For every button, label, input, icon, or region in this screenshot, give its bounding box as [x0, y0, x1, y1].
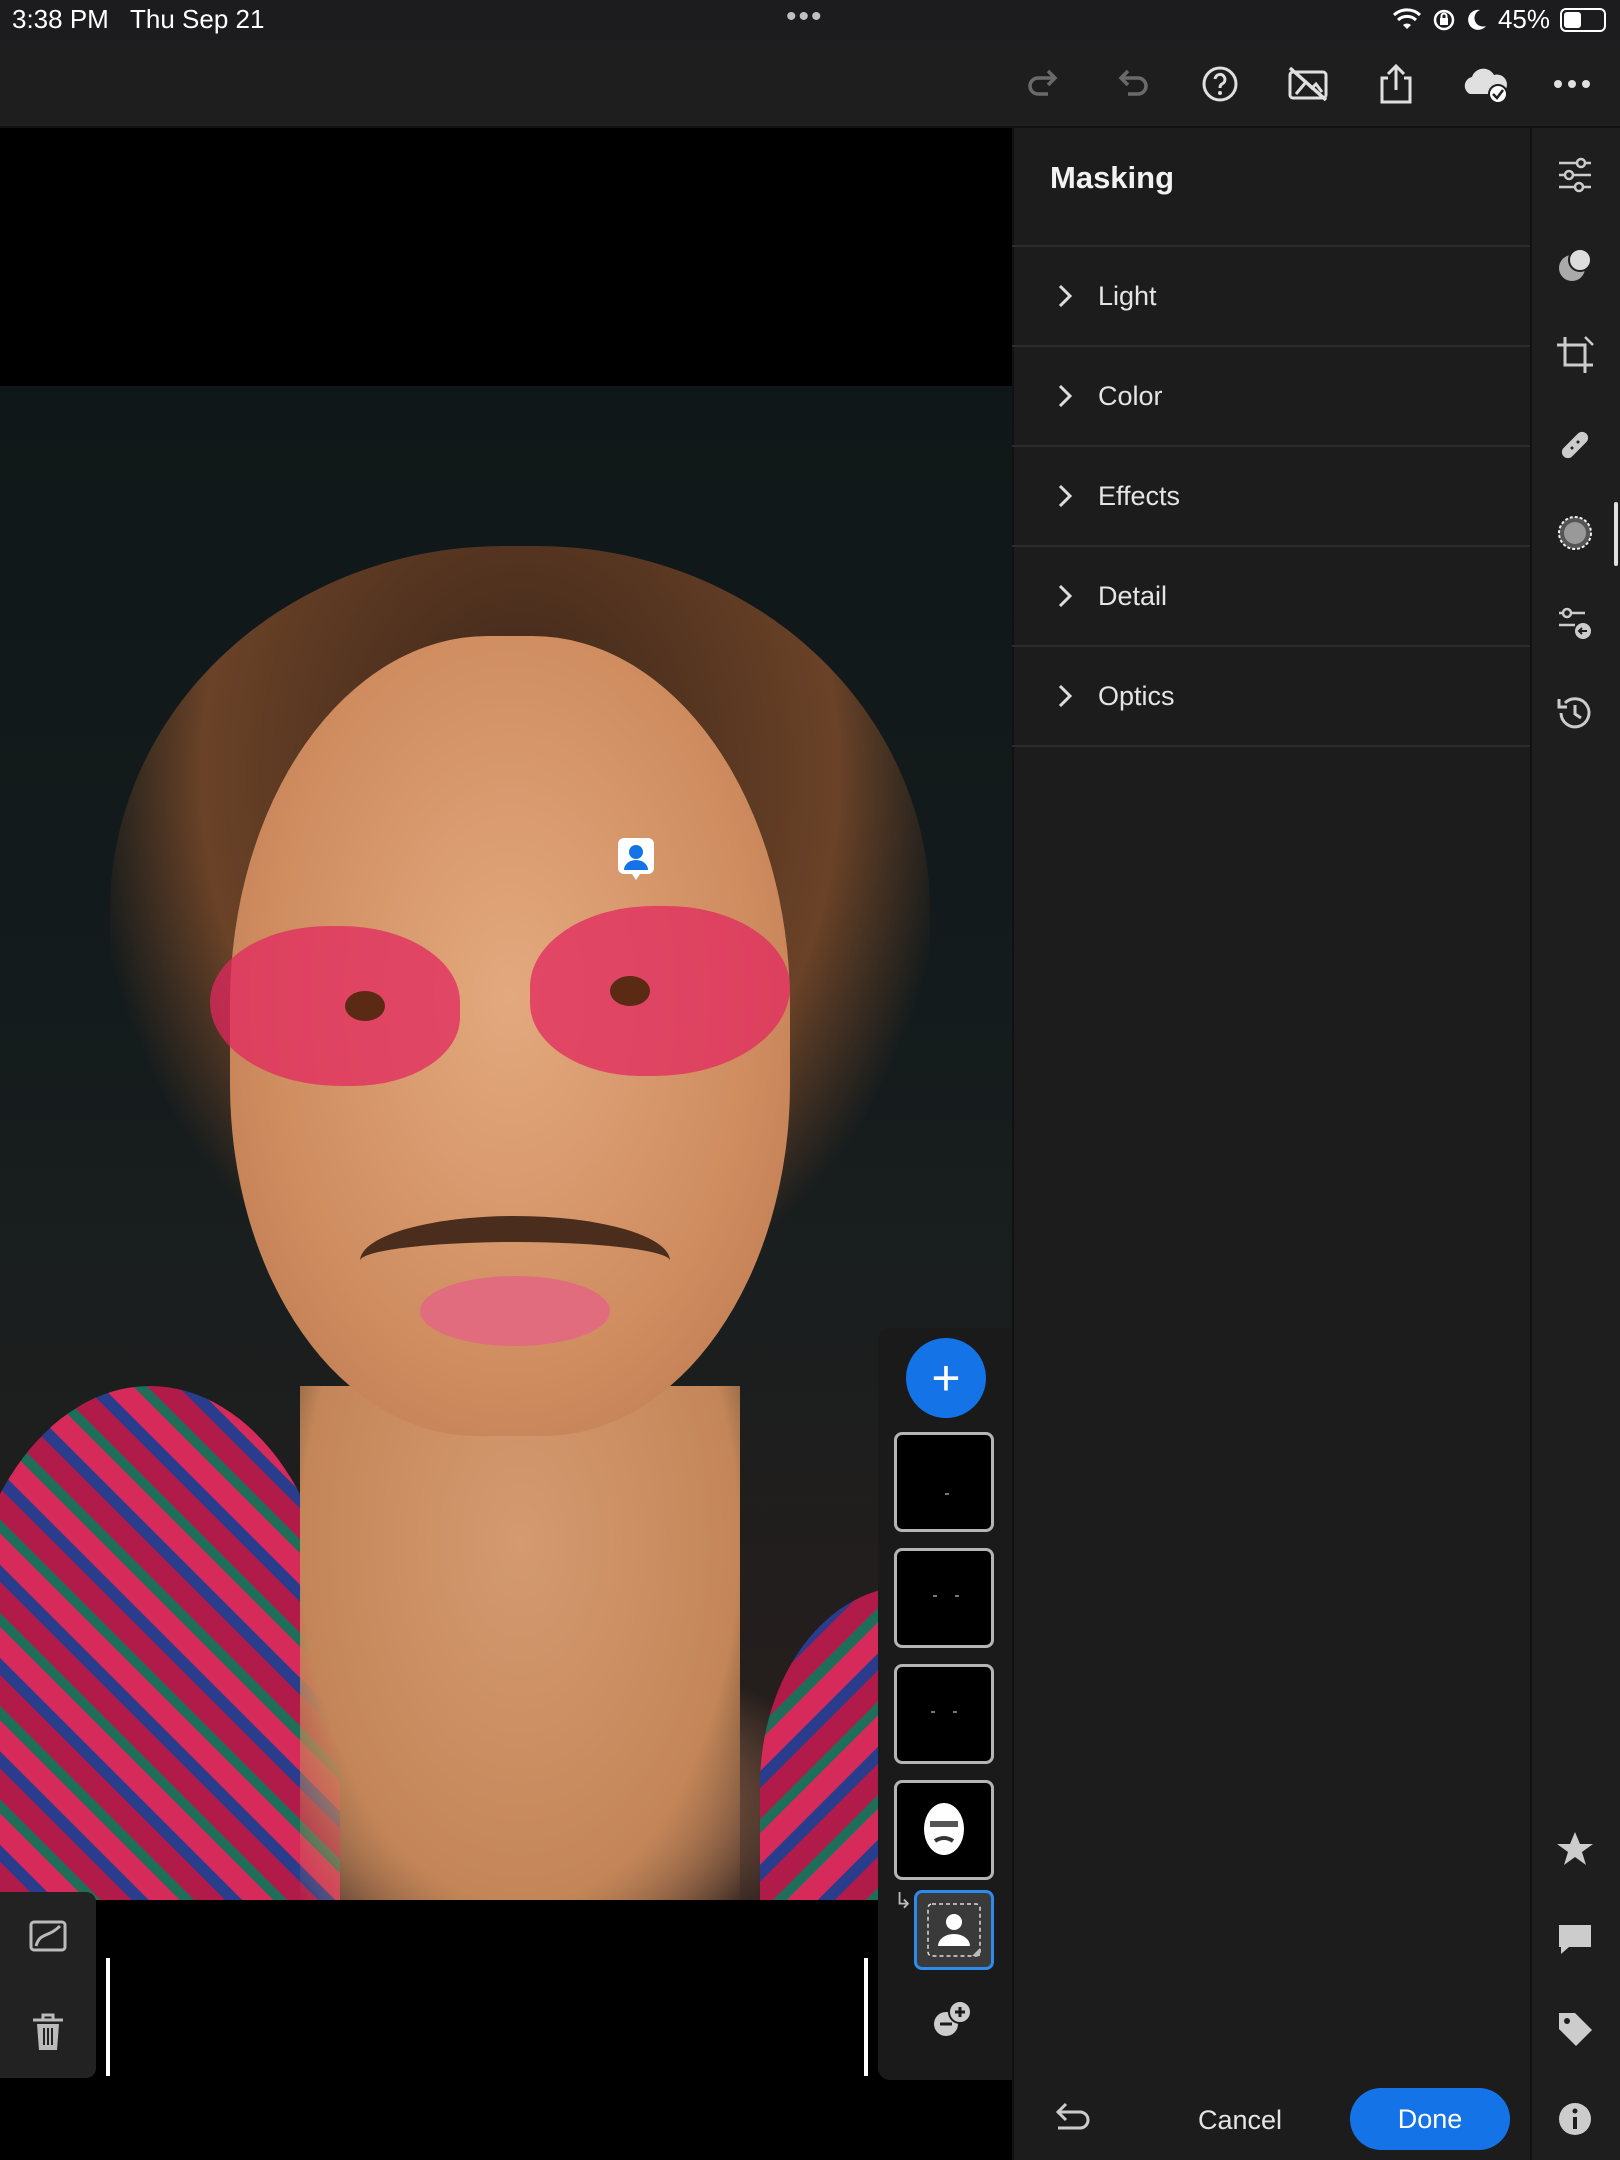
add-subtract-mask-icon[interactable] [930, 1996, 976, 2042]
wifi-icon [1392, 7, 1421, 29]
presets-icon[interactable] [1552, 600, 1598, 646]
chevron-right-icon [1058, 384, 1073, 408]
reset-icon[interactable] [1050, 2098, 1096, 2138]
section-optics[interactable]: Optics [1012, 647, 1530, 747]
photo-preview[interactable] [0, 386, 1012, 1900]
orientation-lock-icon [1433, 9, 1455, 30]
section-label: Effects [1098, 481, 1181, 511]
photo-lips [420, 1276, 610, 1346]
mask-thumbnail[interactable] [894, 1548, 994, 1648]
status-date: Thu Sep 21 [130, 4, 265, 34]
crop-handle-left[interactable] [106, 1958, 110, 2076]
comment-icon[interactable] [1552, 1916, 1598, 1962]
section-light[interactable]: Light [1012, 247, 1530, 347]
section-color[interactable]: Color [1012, 347, 1530, 447]
photo-eye [345, 991, 385, 1021]
versions-icon[interactable] [1552, 690, 1598, 736]
section-label: Light [1098, 281, 1157, 311]
top-toolbar [0, 40, 1620, 128]
status-bar: 3:38 PM Thu Sep 21 ••• 45% [0, 0, 1620, 40]
rating-star-icon[interactable] [1552, 1826, 1598, 1872]
photo-neck [300, 1386, 740, 1900]
panel-title: Masking [1050, 160, 1175, 195]
battery-percent: 45% [1497, 4, 1550, 34]
section-label: Color [1098, 381, 1163, 411]
cancel-button[interactable]: Cancel [1168, 2092, 1312, 2148]
section-effects[interactable]: Effects [1012, 447, 1530, 547]
add-mask-button[interactable]: + [906, 1338, 986, 1418]
photo-shirt [0, 1386, 340, 1900]
chevron-right-icon [1058, 584, 1073, 608]
chevron-right-icon [1058, 684, 1073, 708]
mask-thumbnail-people[interactable] [894, 1780, 994, 1880]
section-label: Detail [1098, 581, 1168, 611]
face-mask-icon [924, 1803, 964, 1855]
crop-handle-right[interactable] [864, 1958, 868, 2076]
status-indicators: 45% [1392, 4, 1606, 35]
more-icon[interactable] [1546, 58, 1598, 110]
crop-icon[interactable] [1552, 332, 1598, 378]
chevron-right-icon [1058, 284, 1073, 308]
mask-thumbnail[interactable] [894, 1664, 994, 1764]
keyword-tag-icon[interactable] [1552, 2006, 1598, 2052]
photo-eye [610, 976, 650, 1006]
subject-pin-icon[interactable] [614, 838, 658, 882]
battery-level [1564, 11, 1581, 28]
chevron-right-icon [1058, 484, 1073, 508]
masking-icon[interactable] [1552, 510, 1598, 556]
undo-icon[interactable] [1106, 58, 1158, 110]
battery-icon [1560, 7, 1606, 32]
share-icon[interactable] [1370, 58, 1422, 110]
healing-icon[interactable] [1552, 422, 1598, 468]
status-time: 3:38 PM [12, 4, 109, 34]
info-icon[interactable] [1552, 2096, 1598, 2142]
multitasking-dots[interactable]: ••• [786, 0, 824, 34]
active-tool-indicator [1614, 502, 1618, 566]
help-icon[interactable] [1194, 58, 1246, 110]
submask-select-subject[interactable] [914, 1890, 994, 1970]
mask-overlay-toggle-icon[interactable] [24, 1912, 72, 1960]
select-subject-icon [927, 1903, 981, 1957]
section-label: Optics [1098, 681, 1175, 711]
done-button[interactable]: Done [1350, 2088, 1510, 2150]
edit-sliders-icon[interactable] [1552, 152, 1598, 198]
do-not-disturb-icon [1468, 9, 1486, 30]
redo-icon[interactable] [1018, 58, 1070, 110]
mask-thumbnail[interactable] [894, 1432, 994, 1532]
selective-adjust-icon[interactable] [1552, 242, 1598, 288]
hide-mask-overlay-icon[interactable] [1282, 58, 1334, 110]
delete-mask-icon[interactable] [24, 2008, 72, 2056]
cloud-synced-icon[interactable] [1458, 58, 1510, 110]
section-detail[interactable]: Detail [1012, 547, 1530, 647]
submask-indent-icon: ↳ [894, 1888, 913, 1913]
mask-tools [0, 1892, 96, 2078]
